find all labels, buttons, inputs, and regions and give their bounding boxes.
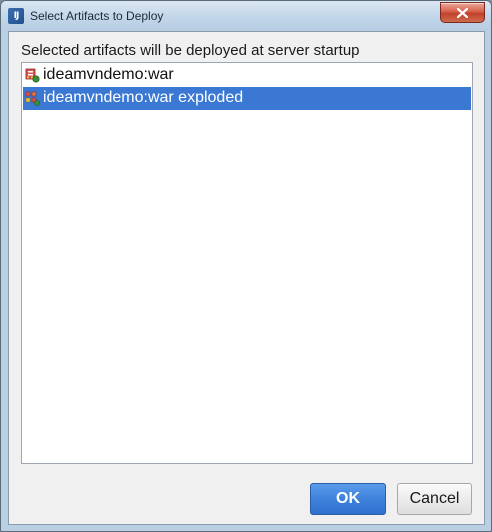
intellij-app-icon: IJ [8, 8, 24, 24]
dialog-content: Selected artifacts will be deployed at s… [8, 31, 485, 525]
close-button[interactable] [440, 2, 485, 23]
list-item-label: ideamvndemo:war [43, 66, 174, 83]
close-icon [457, 8, 468, 18]
ok-button[interactable]: OK [310, 483, 386, 515]
select-artifacts-dialog: IJ Select Artifacts to Deploy Selected a… [0, 0, 492, 532]
window-title: Select Artifacts to Deploy [30, 9, 164, 23]
list-item-war[interactable]: ideamvndemo:war [23, 64, 471, 87]
war-exploded-icon [25, 91, 40, 106]
artifacts-list[interactable]: ideamvndemo:war ideamvndemo:war exploded [21, 62, 473, 464]
dialog-heading: Selected artifacts will be deployed at s… [21, 42, 360, 59]
title-bar[interactable]: IJ Select Artifacts to Deploy [1, 1, 491, 31]
cancel-button[interactable]: Cancel [397, 483, 472, 515]
war-archive-icon [25, 68, 40, 83]
list-item-label: ideamvndemo:war exploded [43, 89, 244, 106]
list-item-war-exploded[interactable]: ideamvndemo:war exploded [23, 87, 471, 110]
